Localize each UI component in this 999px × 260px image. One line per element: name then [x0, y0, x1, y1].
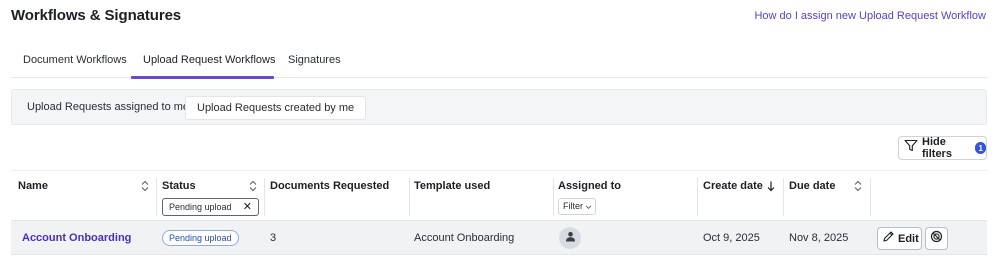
- active-filter-count-badge: 1: [975, 142, 986, 154]
- tab-document-workflows[interactable]: Document Workflows: [23, 48, 127, 78]
- column-divider: [697, 178, 698, 216]
- status-filter-value: Pending upload: [169, 202, 232, 212]
- avatar: [559, 227, 581, 249]
- tab-label: Document Workflows: [23, 54, 127, 66]
- clear-filter-icon[interactable]: ✕: [243, 200, 252, 213]
- tab-label: Upload Request Workflows: [143, 54, 276, 66]
- column-divider: [409, 178, 410, 216]
- page-title: Workflows & Signatures: [11, 7, 182, 24]
- sort-updown-icon[interactable]: [249, 179, 257, 197]
- due-date-value: Nov 8, 2025: [789, 232, 849, 244]
- subtab-created-by-me[interactable]: Upload Requests created by me: [185, 96, 367, 120]
- table-row[interactable]: Account Onboarding Pending upload 3 Acco…: [11, 221, 987, 255]
- column-divider: [553, 178, 554, 216]
- filter-funnel-icon: [904, 139, 918, 157]
- sort-updown-icon[interactable]: [854, 179, 862, 197]
- column-divider: [870, 178, 871, 216]
- edit-button-label: Edit: [898, 232, 919, 245]
- upload-requests-table: Name Status Pending upload ✕ Documents R…: [11, 170, 987, 256]
- pencil-icon: [882, 230, 895, 248]
- tab-signatures[interactable]: Signatures: [288, 48, 341, 78]
- template-used-value: Account Onboarding: [414, 232, 515, 244]
- sort-updown-icon[interactable]: [141, 179, 149, 197]
- cancel-circle-icon: [930, 230, 943, 248]
- documents-requested-count: 3: [270, 232, 277, 244]
- column-divider: [156, 178, 157, 216]
- hide-filters-button[interactable]: Hide filters 1: [898, 136, 987, 160]
- help-link[interactable]: How do I assign new Upload Request Workf…: [754, 10, 986, 22]
- user-avatar-icon: [565, 229, 576, 247]
- cancel-request-button[interactable]: [925, 227, 948, 250]
- tab-bar: Document Workflows Upload Request Workfl…: [11, 48, 987, 79]
- assigned-filter-placeholder: Filter: [563, 201, 583, 211]
- table-header-row: Name Status Pending upload ✕ Documents R…: [11, 170, 987, 221]
- column-divider: [783, 178, 784, 216]
- column-header-assigned-to: Assigned to: [558, 180, 621, 192]
- assigned-filter-dropdown[interactable]: Filter: [558, 198, 596, 215]
- active-tab-indicator: [131, 76, 274, 79]
- request-name-link[interactable]: Account Onboarding: [22, 232, 131, 244]
- create-date-value: Oct 9, 2025: [703, 232, 760, 244]
- chevron-down-icon: [585, 202, 592, 212]
- column-header-status[interactable]: Status: [162, 180, 196, 192]
- column-header-documents-requested: Documents Requested: [270, 180, 390, 192]
- tab-label: Signatures: [288, 54, 341, 66]
- status-filter-field[interactable]: Pending upload ✕: [162, 198, 259, 216]
- edit-button[interactable]: Edit: [877, 227, 922, 250]
- tab-upload-request-workflows[interactable]: Upload Request Workflows: [131, 48, 276, 79]
- sort-descending-icon[interactable]: [767, 179, 775, 197]
- hide-filters-label: Hide filters: [922, 136, 952, 160]
- column-header-template-used: Template used: [414, 180, 491, 192]
- column-header-create-date[interactable]: Create date: [703, 180, 763, 192]
- subtab-assigned-to-me[interactable]: Upload Requests assigned to me: [27, 96, 189, 120]
- column-header-name[interactable]: Name: [18, 180, 48, 192]
- column-header-due-date[interactable]: Due date: [789, 180, 835, 192]
- status-badge: Pending upload: [162, 230, 239, 246]
- subtab-bar: Upload Requests assigned to me Upload Re…: [11, 89, 987, 125]
- column-divider: [264, 178, 265, 216]
